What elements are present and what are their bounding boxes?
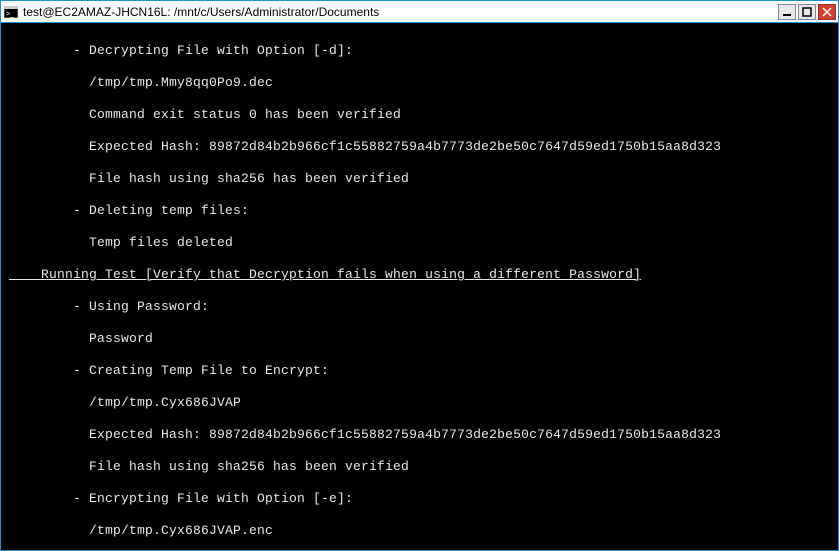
minimize-button[interactable]	[778, 4, 796, 20]
terminal-body[interactable]: - Decrypting File with Option [-d]: /tmp…	[1, 23, 838, 550]
window-controls	[778, 4, 836, 20]
output-line: - Using Password:	[9, 299, 830, 315]
window-title: test@EC2AMAZ-JHCN16L: /mnt/c/Users/Admin…	[23, 5, 778, 19]
output-line: - Deleting temp files:	[9, 203, 830, 219]
titlebar[interactable]: >_ test@EC2AMAZ-JHCN16L: /mnt/c/Users/Ad…	[1, 1, 838, 23]
output-line: /tmp/tmp.Cyx686JVAP.enc	[9, 523, 830, 539]
maximize-button[interactable]	[798, 4, 816, 20]
output-line: Temp files deleted	[9, 235, 830, 251]
output-line: - Encrypting File with Option [-e]:	[9, 491, 830, 507]
test-header: Running Test [Verify that Decryption fai…	[9, 267, 830, 283]
close-button[interactable]	[818, 4, 836, 20]
output-line: File hash using sha256 has been verified	[9, 171, 830, 187]
output-line: - Decrypting File with Option [-d]:	[9, 43, 830, 59]
svg-text:>_: >_	[6, 11, 14, 18]
output-line: /tmp/tmp.Mmy8qq0Po9.dec	[9, 75, 830, 91]
output-line: File hash using sha256 has been verified	[9, 459, 830, 475]
output-line: Command exit status 0 has been verified	[9, 107, 830, 123]
output-line: Expected Hash: 89872d84b2b966cf1c5588275…	[9, 139, 830, 155]
terminal-icon: >_	[3, 4, 19, 20]
output-line: Expected Hash: 89872d84b2b966cf1c5588275…	[9, 427, 830, 443]
output-line: /tmp/tmp.Cyx686JVAP	[9, 395, 830, 411]
output-line: Password	[9, 331, 830, 347]
terminal-window: >_ test@EC2AMAZ-JHCN16L: /mnt/c/Users/Ad…	[0, 0, 839, 551]
test-header-text: Running Test [Verify that Decryption fai…	[9, 267, 641, 282]
output-line: - Creating Temp File to Encrypt:	[9, 363, 830, 379]
